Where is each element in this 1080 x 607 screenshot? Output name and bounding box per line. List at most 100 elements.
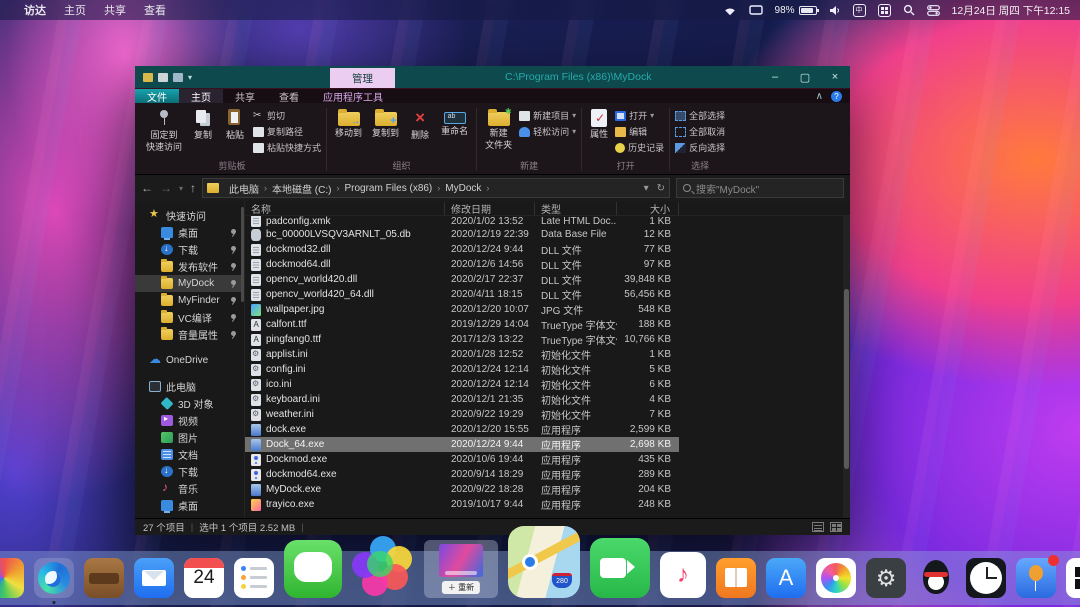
cut-button[interactable]: ✂ 剪切 [253, 109, 321, 122]
sidebar-scrollbar[interactable] [241, 207, 244, 302]
column-header-date[interactable]: 修改日期 [445, 201, 535, 216]
dock-item-clock[interactable] [966, 558, 1006, 598]
wifi-icon[interactable] [723, 5, 737, 16]
qat-customize-caret-icon[interactable]: ▾ [188, 73, 192, 82]
table-row[interactable]: opencv_world420_64.dll 2020/4/11 18:15 D… [245, 287, 679, 302]
dock-item-messages[interactable] [284, 540, 342, 598]
maximize-button[interactable]: ▢ [790, 66, 820, 88]
properties-button[interactable]: 属性 [587, 105, 611, 139]
minimize-button[interactable]: – [760, 66, 790, 88]
pin-to-quick-access-button[interactable]: 固定到 快速访问 [143, 105, 185, 153]
qat-properties-icon[interactable] [173, 72, 183, 82]
sidebar-item[interactable]: 桌面 [135, 224, 244, 241]
move-to-button[interactable]: 移动到 [332, 105, 365, 138]
table-row[interactable]: MyDock.exe 2020/9/22 18:28 应用程序 204 KB [245, 482, 679, 497]
sidebar-item[interactable]: 音量属性 [135, 326, 244, 343]
sidebar-item[interactable]: 3D 对象 [135, 395, 244, 412]
dock-item-reminders[interactable] [234, 558, 274, 598]
qat-newfolder-icon[interactable] [158, 72, 168, 82]
dock-item-music[interactable]: ♪ [660, 552, 706, 598]
table-row[interactable]: Dock_64.exe 2020/12/24 9:44 应用程序 2,698 K… [245, 437, 679, 452]
column-header-type[interactable]: 类型 [535, 201, 617, 216]
dock-item-wallet[interactable] [84, 558, 124, 598]
dock-item-edge-browser[interactable] [34, 558, 74, 604]
dock-item-windows-start[interactable] [1066, 558, 1080, 598]
display-icon[interactable] [748, 4, 763, 16]
table-row[interactable]: dock.exe 2020/12/20 15:55 应用程序 2,599 KB [245, 422, 679, 437]
table-row[interactable]: Dockmod.exe 2020/10/6 19:44 应用程序 435 KB [245, 452, 679, 467]
sidebar-item[interactable]: VC编译 [135, 309, 244, 326]
easy-access-button[interactable]: 轻松访问 ▾ [519, 125, 576, 138]
sidebar-item[interactable]: MyDock [135, 275, 244, 292]
history-button[interactable]: 历史记录 [615, 141, 664, 154]
menubar-clock[interactable]: 12月24日 周四 下午12:15 [952, 3, 1070, 18]
sidebar-item[interactable]: 发布软件 [135, 258, 244, 275]
dock-item-balloon-app[interactable] [1016, 555, 1059, 598]
table-row[interactable]: pingfang0.ttf 2017/12/3 13:22 TrueType 字… [245, 332, 679, 347]
input-method-icon[interactable]: 中 [852, 3, 866, 17]
menubar-item[interactable]: 主页 [64, 2, 86, 18]
menubar-item[interactable]: 访达 [24, 2, 46, 18]
table-row[interactable]: ico.ini 2020/12/24 12:14 初始化文件 6 KB [245, 377, 679, 392]
column-header-size[interactable]: 大小 [617, 201, 679, 216]
column-header-name[interactable]: 名称 [245, 201, 445, 216]
breadcrumb-item[interactable]: MyDock › [440, 181, 489, 196]
table-row[interactable]: bc_00000LVSQV3ARNLT_05.db 2020/12/19 22:… [245, 227, 679, 242]
up-button[interactable]: ↑ [190, 181, 196, 195]
copy-to-button[interactable]: 复制到 [369, 105, 402, 138]
dock-item-app-store[interactable]: A [766, 558, 806, 598]
table-row[interactable]: trayico.exe 2019/10/17 9:44 应用程序 248 KB [245, 497, 679, 512]
sidebar-item[interactable]: 桌面 [135, 497, 244, 514]
copy-path-button[interactable]: 复制路径 [253, 125, 321, 138]
control-center-icon[interactable] [926, 4, 940, 16]
qat-folder-icon[interactable] [143, 72, 153, 82]
sidebar-item[interactable]: MyFinder [135, 292, 244, 309]
table-row[interactable]: dockmod32.dll 2020/12/24 9:44 DLL 文件 77 … [245, 242, 679, 257]
dock-item-calendar[interactable]: 24 [184, 558, 224, 598]
sidebar-item[interactable]: 音乐 [135, 480, 244, 497]
close-button[interactable]: × [820, 66, 850, 88]
dock-item-partial-app[interactable] [0, 558, 24, 598]
sidebar-item[interactable]: 下载 [135, 463, 244, 480]
table-row[interactable]: weather.ini 2020/9/22 19:29 初始化文件 7 KB [245, 407, 679, 422]
help-icon[interactable]: ? [831, 90, 842, 102]
forward-button[interactable]: → [160, 181, 172, 195]
copy-button[interactable]: 复制 [189, 105, 217, 140]
menubar-item[interactable]: 查看 [144, 2, 166, 18]
new-folder-button[interactable]: 新建 文件夹 [482, 105, 515, 151]
rename-button[interactable]: 重命名 [438, 105, 471, 136]
tab-share[interactable]: 共享 [223, 89, 267, 104]
select-none-button[interactable]: 全部取消 [675, 125, 725, 138]
sidebar-item[interactable]: 图片 [135, 429, 244, 446]
contextual-tab-manage[interactable]: 管理 [330, 68, 395, 88]
address-dropdown-icon[interactable]: ▾ [644, 183, 649, 194]
breadcrumb-chevron-icon[interactable]: › [486, 183, 489, 193]
paste-shortcut-button[interactable]: 粘贴快捷方式 [253, 141, 321, 154]
dock-item-minimized-window[interactable]: ＋ 重新 [424, 540, 498, 598]
tab-view[interactable]: 查看 [267, 89, 311, 104]
table-row[interactable]: dockmod64.exe 2020/9/14 18:29 应用程序 289 K… [245, 467, 679, 482]
volume-icon[interactable] [829, 5, 841, 16]
address-bar[interactable]: 此电脑 › 本地磁盘 (C:) › Program Files (x86) › … [202, 178, 670, 198]
sidebar-item[interactable]: 快速访问 [135, 207, 244, 224]
back-button[interactable]: ← [141, 181, 153, 195]
sidebar-item[interactable]: OneDrive [135, 352, 244, 369]
menubar-item[interactable]: 共享 [104, 2, 126, 18]
dock-item-facetime[interactable] [590, 538, 650, 598]
invert-selection-button[interactable]: 反向选择 [675, 141, 725, 154]
dock-item-maps[interactable]: 280 [508, 526, 580, 598]
new-item-button[interactable]: 新建项目 ▾ [519, 109, 576, 122]
dock-item-qq[interactable] [916, 558, 956, 598]
table-row[interactable]: wallpaper.jpg 2020/12/20 10:07 JPG 文件 54… [245, 302, 679, 317]
breadcrumb-item[interactable]: 此电脑 › [224, 181, 267, 196]
open-button[interactable]: 打开 ▾ [615, 109, 664, 122]
table-row[interactable]: keyboard.ini 2020/12/1 21:35 初始化文件 4 KB [245, 392, 679, 407]
edit-button[interactable]: 编辑 [615, 125, 664, 138]
tab-file[interactable]: 文件 [135, 89, 179, 104]
table-row[interactable]: opencv_world420.dll 2020/2/17 22:37 DLL … [245, 272, 679, 287]
tab-home[interactable]: 主页 [179, 89, 223, 104]
history-dropdown-icon[interactable]: ▾ [179, 184, 183, 193]
select-all-button[interactable]: 全部选择 [675, 109, 725, 122]
ribbon-collapse-icon[interactable]: ∧ [816, 91, 823, 102]
search-input[interactable]: 搜索"MyDock" [676, 178, 844, 198]
